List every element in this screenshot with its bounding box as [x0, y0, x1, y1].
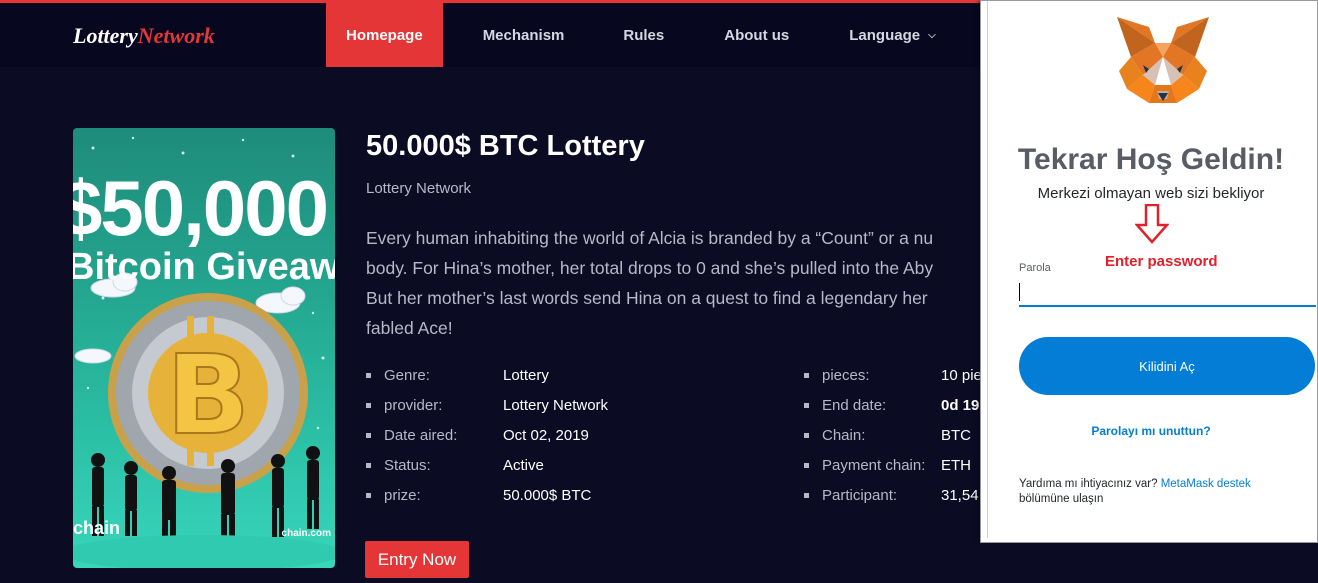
lottery-description: Every human inhabiting the world of Alci…: [366, 223, 1006, 343]
info-value: 50.000$ BTC: [503, 486, 592, 504]
main-nav: Homepage Mechanism Rules About us Langua…: [326, 3, 936, 67]
bullet-icon: [366, 372, 371, 378]
info-key: Chain:: [822, 426, 866, 444]
logo-word-1: Lottery: [73, 23, 138, 48]
info-key: pieces:: [822, 366, 870, 384]
info-value: 10 pie: [941, 366, 982, 384]
enter-password-annotation: Enter password: [1105, 253, 1218, 270]
info-key: Genre:: [384, 366, 430, 384]
info-row: Genre: Lottery: [366, 360, 608, 390]
info-row: prize: 50.000$ BTC: [366, 480, 608, 510]
nav-homepage[interactable]: Homepage: [326, 3, 443, 67]
info-key: End date:: [822, 396, 887, 414]
nav-language-label: Language: [849, 26, 921, 44]
info-row: Participant: 31,54: [804, 480, 982, 510]
info-value: Lottery: [503, 366, 549, 384]
bullet-icon: [804, 462, 809, 468]
poster-brand-right: chain.com: [281, 528, 331, 539]
info-row: Status: Active: [366, 450, 608, 480]
background-strip: [980, 543, 1318, 583]
info-row: pieces: 10 pie: [804, 360, 982, 390]
lottery-subtitle: Lottery Network: [366, 180, 472, 197]
forgot-password-link[interactable]: Parolayı mı unuttun?: [982, 424, 1318, 438]
help-text: Yardıma mı ihtiyacınız var? MetaMask des…: [1019, 477, 1251, 507]
nav-language[interactable]: Language ⌵: [849, 3, 935, 67]
bullet-icon: [804, 492, 809, 498]
help-suffix: bölümüne ulaşın: [1019, 493, 1104, 505]
lottery-title: 50.000$ BTC Lottery: [366, 130, 645, 162]
password-label: Parola: [1019, 262, 1051, 274]
poster-giveaway: Bitcoin Giveaway: [73, 246, 335, 288]
poster-brand-left: chain: [73, 518, 121, 538]
metamask-subtitle: Merkezi olmayan web sizi bekliyor: [1037, 185, 1265, 202]
info-list-left: Genre: Lottery provider: Lottery Network D…: [366, 360, 608, 510]
info-key: Date aired:: [384, 426, 458, 444]
arrow-down-icon: [1135, 204, 1169, 244]
info-value: BTC: [941, 426, 971, 444]
bullet-icon: [804, 372, 809, 378]
info-key: Status:: [384, 456, 431, 474]
metamask-title: Tekrar Hoş Geldin!: [1017, 143, 1285, 176]
bullet-icon: [366, 492, 371, 498]
support-link[interactable]: MetaMask destek: [1161, 478, 1251, 490]
nav-rules[interactable]: Rules: [623, 3, 664, 67]
metamask-popup: Tekrar Hoş Geldin! Merkezi olmayan web s…: [980, 0, 1318, 543]
info-row: Date aired: Oct 02, 2019: [366, 420, 608, 450]
lottery-poster: B $50,000 Bitcoin Giveaway chain chain.c…: [73, 128, 335, 568]
bullet-icon: [366, 402, 371, 408]
bullet-icon: [366, 462, 371, 468]
info-value: Oct 02, 2019: [503, 426, 589, 444]
nav-mechanism[interactable]: Mechanism: [483, 3, 565, 67]
nav-homepage-label: Homepage: [346, 26, 423, 44]
bullet-icon: [804, 432, 809, 438]
info-value: Active: [503, 456, 544, 474]
info-row: End date: 0d 19: [804, 390, 982, 420]
poster-amount: $50,000: [73, 164, 329, 252]
info-key: Participant:: [822, 486, 898, 504]
info-value: ETH: [941, 456, 971, 474]
nav-about-us[interactable]: About us: [724, 3, 789, 67]
nav-rules-label: Rules: [623, 26, 665, 44]
info-value: 0d 19: [941, 396, 980, 414]
bullet-icon: [804, 402, 809, 408]
info-value: Lottery Network: [503, 396, 609, 414]
text-caret: [1019, 283, 1020, 301]
info-list-right: pieces: 10 pie End date: 0d 19 Chain: BTC P…: [804, 360, 982, 510]
site-logo[interactable]: LotteryNetwork: [73, 23, 215, 49]
svg-text:B: B: [166, 331, 250, 459]
info-value: 31,54: [941, 486, 979, 504]
description-line: fabled Ace!: [366, 318, 453, 338]
description-line: body. For Hina’s mother, her total drops…: [366, 258, 934, 278]
help-prefix: Yardıma mı ihtiyacınız var?: [1019, 478, 1158, 490]
description-line: But her mother’s last words send Hina on…: [366, 288, 928, 308]
info-row: provider: Lottery Network: [366, 390, 608, 420]
bullet-icon: [366, 432, 371, 438]
metamask-fox-icon: [1117, 17, 1209, 103]
info-row: Payment chain: ETH: [804, 450, 982, 480]
unlock-button[interactable]: Kilidini Aç: [1019, 337, 1315, 395]
metamask-panel: Tekrar Hoş Geldin! Merkezi olmayan web s…: [987, 1, 1317, 538]
password-input[interactable]: [1019, 279, 1316, 307]
logo-word-2: Network: [137, 23, 215, 48]
description-line: Every human inhabiting the world of Alci…: [366, 228, 934, 248]
nav-about-label: About us: [724, 26, 790, 44]
info-row: Chain: BTC: [804, 420, 982, 450]
entry-now-button[interactable]: Entry Now: [365, 541, 469, 578]
info-key: Payment chain:: [822, 456, 926, 474]
info-key: prize:: [384, 486, 421, 504]
chevron-down-icon: ⌵: [928, 29, 936, 41]
info-key: provider:: [384, 396, 443, 414]
nav-mechanism-label: Mechanism: [482, 26, 565, 44]
